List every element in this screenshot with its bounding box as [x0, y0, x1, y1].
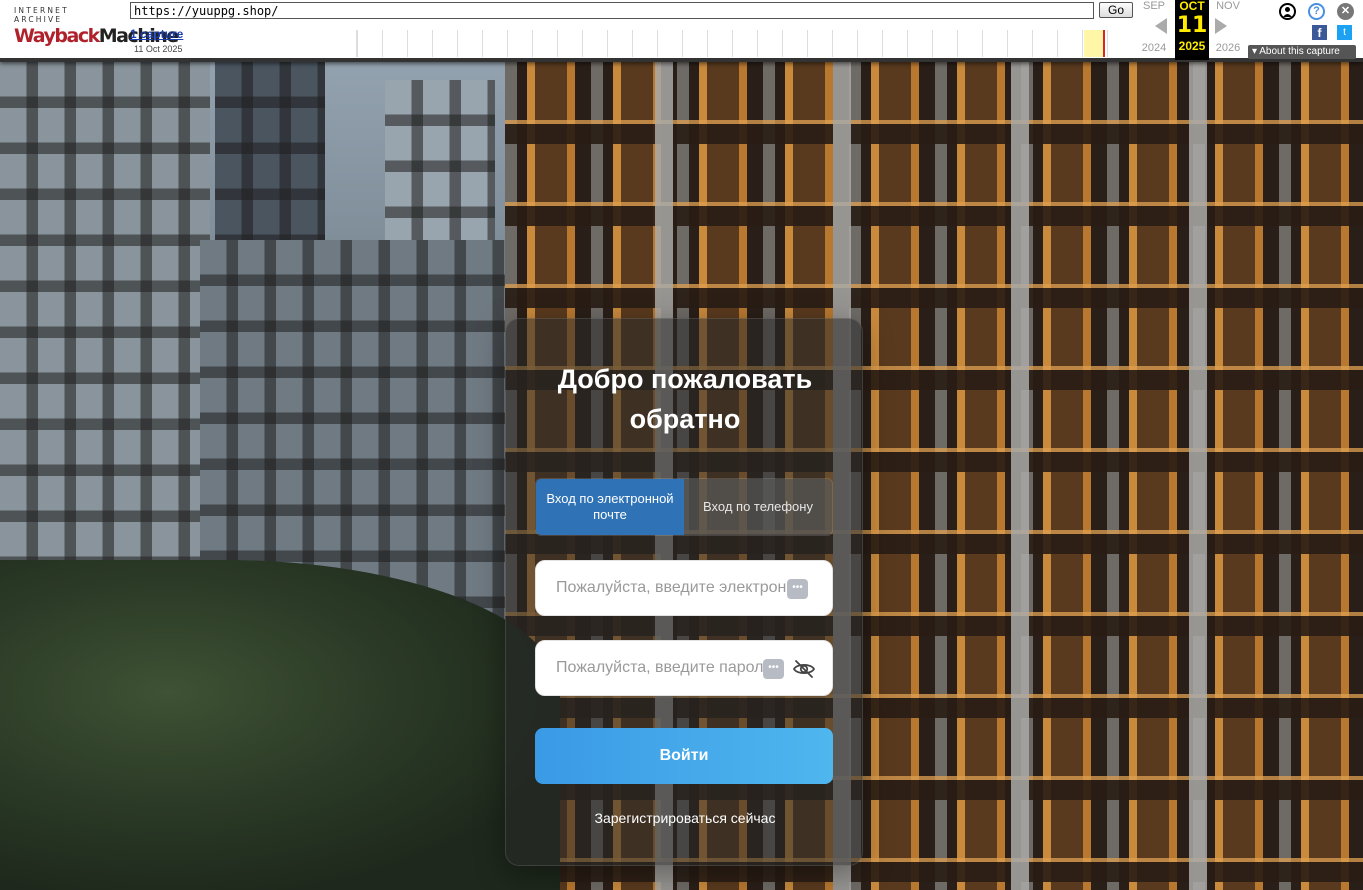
login-card: Добро пожаловать обратно Вход по электро…	[505, 318, 863, 866]
user-icon[interactable]	[1279, 3, 1296, 20]
wayback-capture-date: 11 Oct 2025	[134, 44, 183, 54]
email-input[interactable]	[556, 561, 796, 615]
autofill-key-icon[interactable]: •••	[787, 579, 808, 599]
wayback-logo[interactable]: INTERNET ARCHIVE WaybackMachine	[14, 6, 179, 47]
background-tower	[215, 62, 325, 262]
password-field: •••	[535, 640, 833, 696]
prev-capture-arrow-icon[interactable]	[1155, 18, 1167, 34]
current-year: 2025	[1178, 39, 1206, 53]
next-capture-arrow-icon[interactable]	[1215, 18, 1227, 34]
sparkline-capture-mark[interactable]	[1103, 30, 1105, 57]
wayback-toolbar: INTERNET ARCHIVE WaybackMachine https://…	[0, 0, 1363, 62]
wayback-current-date: OCT 11 2025	[1175, 0, 1209, 60]
background-trees	[0, 560, 560, 890]
wayback-go-button[interactable]: Go	[1099, 2, 1133, 18]
facebook-icon[interactable]: f	[1312, 25, 1327, 40]
page-title: Добро пожаловать обратно	[557, 364, 813, 434]
sparkline-highlight	[1084, 30, 1105, 57]
eye-off-icon[interactable]	[792, 657, 816, 681]
wayback-prev-month[interactable]: SEP	[1137, 0, 1171, 12]
wayback-logo-top: INTERNET ARCHIVE	[14, 6, 69, 24]
wayback-next-year: 2026	[1215, 42, 1241, 54]
email-field: •••	[535, 560, 833, 616]
wayback-url-input[interactable]: https://yuuppg.shop/	[130, 2, 1094, 19]
twitter-icon[interactable]: t	[1337, 25, 1352, 40]
current-month: OCT	[1179, 0, 1205, 13]
help-icon[interactable]: ?	[1308, 3, 1325, 20]
wayback-captures-link[interactable]: 1 capture	[130, 27, 183, 41]
wayback-logo-wordmark: WaybackMachine	[14, 25, 179, 47]
login-method-tabs: Вход по электронной почте Вход по телефо…	[535, 478, 833, 536]
tab-email-login[interactable]: Вход по электронной почте	[536, 479, 684, 535]
wayback-prev-year: 2024	[1141, 42, 1167, 54]
wayback-sparkline[interactable]	[356, 30, 1132, 57]
about-capture-button[interactable]: ▾ About this capture	[1248, 45, 1356, 59]
current-day: 11	[1176, 13, 1208, 38]
background-building-left	[0, 62, 210, 622]
autofill-key-icon[interactable]: •••	[763, 659, 784, 679]
about-capture-label: About this capture	[1259, 46, 1340, 57]
close-icon[interactable]: ✕	[1337, 3, 1354, 20]
register-link[interactable]: Зарегистрироваться сейчас	[506, 810, 864, 826]
login-button[interactable]: Войти	[535, 728, 833, 784]
tab-phone-login[interactable]: Вход по телефону	[684, 479, 832, 535]
password-input[interactable]	[556, 641, 771, 695]
wayback-next-month[interactable]: NOV	[1211, 0, 1245, 12]
